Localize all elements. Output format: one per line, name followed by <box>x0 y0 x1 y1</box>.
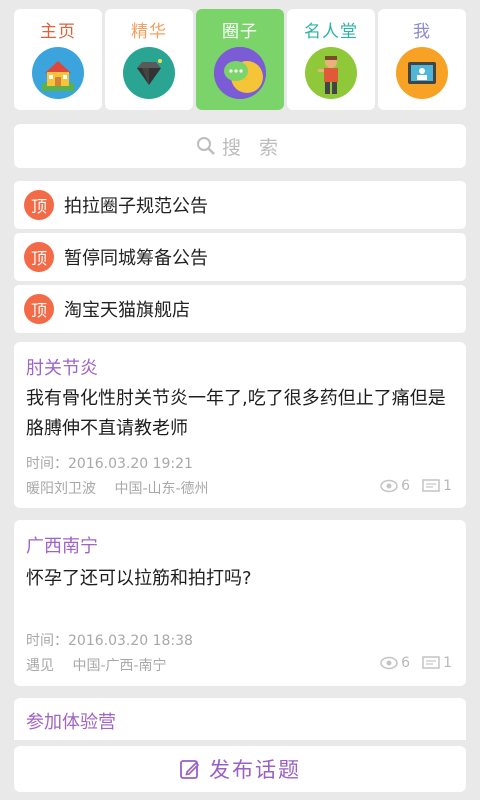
tab-home[interactable]: 主页 <box>14 9 102 110</box>
pinned-badge: 顶 <box>24 294 54 324</box>
post-time: 时间：2016.03.20 18:38 <box>26 633 193 649</box>
tab-featured[interactable]: 精华 <box>105 9 193 110</box>
tab-me[interactable]: 我 <box>378 9 466 110</box>
pinned-badge: 顶 <box>24 242 54 272</box>
post-location: 中国-广西-南宁 <box>72 658 167 674</box>
pinned-item[interactable]: 顶 拍拉圈子规范公告 <box>14 181 466 229</box>
comment-icon <box>422 655 440 669</box>
post-body: 怀孕了还可以拉筋和拍打吗? <box>26 568 252 589</box>
post-time: 时间：2016.03.20 19:21 <box>26 456 193 472</box>
pinned-title: 暂停同城筹备公告 <box>64 248 208 269</box>
edit-icon <box>180 760 200 779</box>
post-meta: 遇见 中国-广西-南宁 <box>26 655 167 675</box>
person-icon <box>305 47 357 99</box>
tab-label: 主页 <box>40 22 76 42</box>
top-nav-tabs: 主页 精华 圈子 名人堂 我 <box>14 9 466 110</box>
post-stats: 6 1 <box>380 478 452 494</box>
diamond-icon <box>123 47 175 99</box>
post-tag[interactable]: 参加体验营 <box>26 708 116 734</box>
tab-label: 名人堂 <box>304 22 358 42</box>
view-count: 6 <box>401 655 411 671</box>
pinned-badge: 顶 <box>24 190 54 220</box>
pinned-item[interactable]: 顶 暂停同城筹备公告 <box>14 233 466 281</box>
tab-hall-of-fame[interactable]: 名人堂 <box>287 9 375 110</box>
post-location: 中国-山东-德州 <box>114 481 209 497</box>
chat-bubble-icon <box>214 47 266 99</box>
comment-icon <box>422 478 440 492</box>
search-placeholder: 搜 索 <box>221 136 285 159</box>
post-tag[interactable]: 肘关节炎 <box>26 354 98 380</box>
monitor-profile-icon <box>396 47 448 99</box>
post-meta: 暖阳刘卫波 中国-山东-德州 <box>26 478 209 498</box>
post-card[interactable]: 肘关节炎 我有骨化性肘关节炎一年了,吃了很多药但止了痛但是胳膊伸不直请教老师 时… <box>14 342 466 508</box>
tab-label: 精华 <box>131 22 167 42</box>
post-body: 我有骨化性肘关节炎一年了,吃了很多药但止了痛但是胳膊伸不直请教老师 <box>26 388 446 439</box>
view-count: 6 <box>401 478 411 494</box>
tab-label: 圈子 <box>222 22 258 42</box>
search-bar[interactable]: 搜 索 <box>14 124 466 168</box>
pinned-item[interactable]: 顶 淘宝天猫旗舰店 <box>14 285 466 333</box>
publish-label: 发布话题 <box>209 758 301 782</box>
search-icon <box>196 137 215 155</box>
post-tag[interactable]: 广西南宁 <box>26 532 98 558</box>
post-author[interactable]: 遇见 <box>26 658 54 674</box>
pinned-title: 淘宝天猫旗舰店 <box>64 300 190 321</box>
eye-icon <box>380 656 398 670</box>
pinned-title: 拍拉圈子规范公告 <box>64 196 208 217</box>
comment-count: 1 <box>443 478 452 494</box>
eye-icon <box>380 479 398 493</box>
house-icon <box>32 47 84 99</box>
tab-label: 我 <box>413 22 431 42</box>
tab-circle[interactable]: 圈子 <box>196 9 284 110</box>
post-stats: 6 1 <box>380 655 452 671</box>
comment-count: 1 <box>443 655 452 671</box>
post-author[interactable]: 暖阳刘卫波 <box>26 481 96 497</box>
publish-topic-button[interactable]: 发布话题 <box>14 746 466 792</box>
post-card[interactable]: 广西南宁 怀孕了还可以拉筋和拍打吗? 时间：2016.03.20 18:38 遇… <box>14 520 466 686</box>
